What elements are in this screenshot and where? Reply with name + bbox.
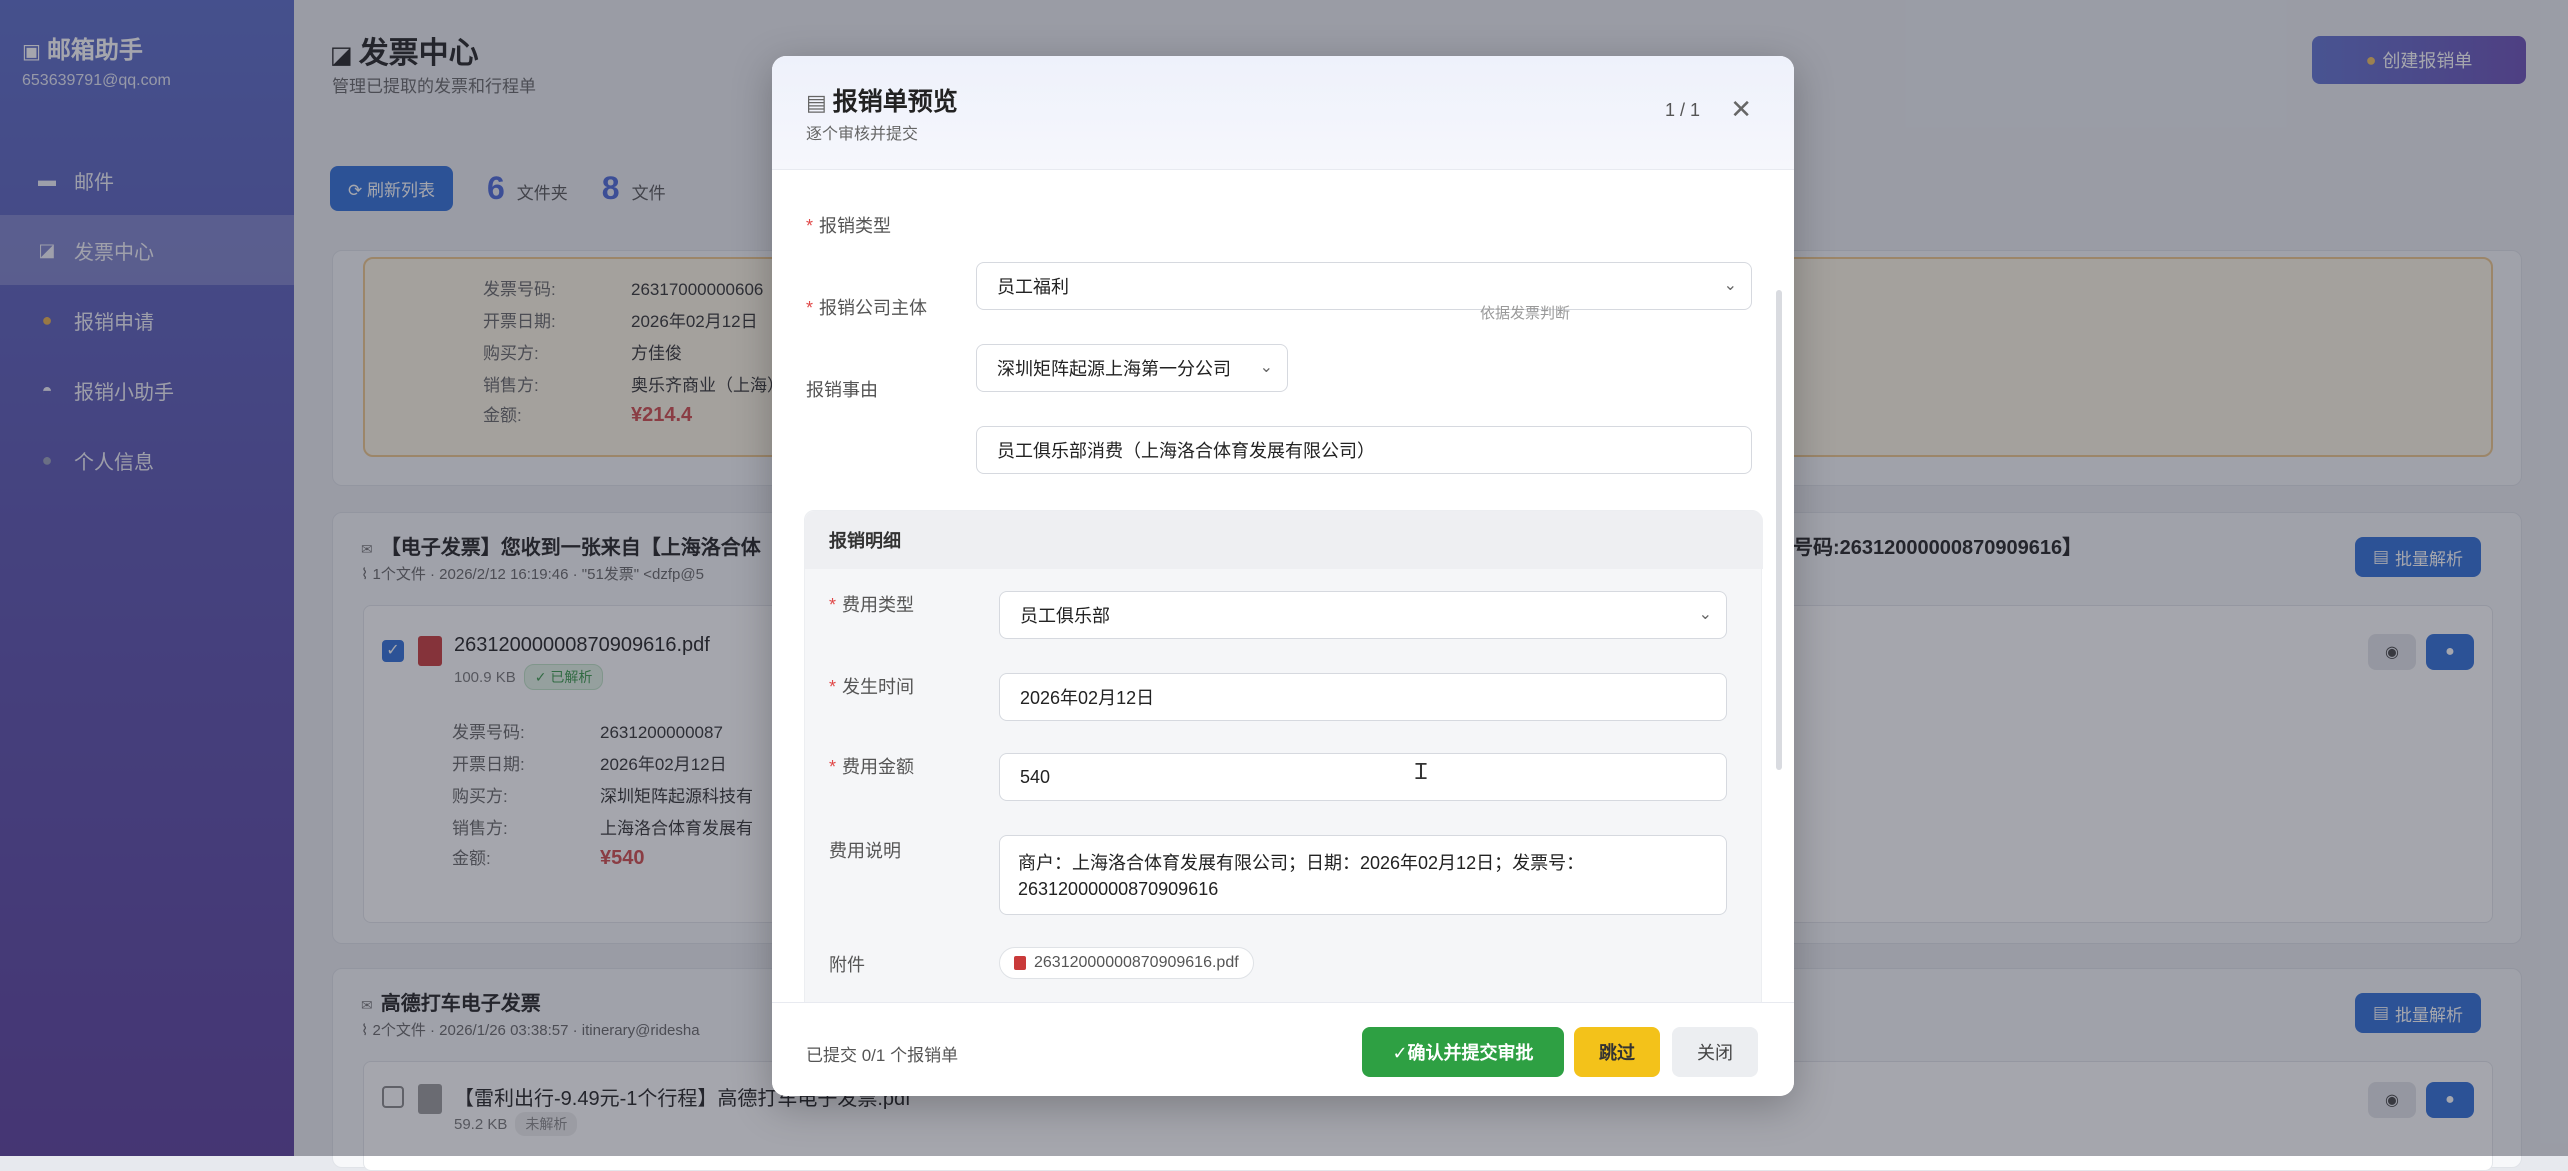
date-row: * 发生时间: [829, 677, 915, 697]
document-icon: ▤: [806, 90, 827, 115]
company-hint: 依据发票判断: [1480, 305, 1571, 322]
detail-panel: 报销明细 * 费用类型 员工俱乐部 ⌄ * 发生时间 2026年02月12日 * 费用…: [804, 510, 1763, 1002]
detail-header: 报销明细: [805, 511, 1763, 569]
modal-subtitle: 逐个审核并提交: [806, 126, 919, 143]
cost-type-select[interactable]: 员工俱乐部 ⌄: [999, 591, 1727, 639]
modal-footer: 已提交 0/1 个报销单 ✓确认并提交审批 跳过 关闭: [772, 1002, 1794, 1096]
desc-row: 费用说明: [829, 841, 901, 861]
type-select[interactable]: 员工福利 ⌄: [976, 262, 1752, 310]
amount-input[interactable]: 540: [999, 753, 1727, 801]
pdf-icon: [1014, 956, 1026, 970]
attachment-chip[interactable]: 26312000000870909616.pdf: [999, 947, 1254, 979]
amount-row: * 费用金额: [829, 757, 915, 777]
scrollbar[interactable]: [1776, 290, 1782, 770]
text-cursor-icon: Ｉ: [1410, 759, 1433, 784]
date-input[interactable]: 2026年02月12日: [999, 673, 1727, 721]
description-textarea[interactable]: 商户：上海洛合体育发展有限公司；日期：2026年02月12日；发票号：26312…: [999, 835, 1727, 915]
submit-progress: 已提交 0/1 个报销单: [806, 1046, 959, 1065]
company-row: * 报销公司主体: [806, 298, 928, 318]
reason-input[interactable]: 员工俱乐部消费（上海洛合体育发展有限公司）: [976, 426, 1752, 474]
chevron-down-icon: ⌄: [1723, 277, 1737, 294]
close-button[interactable]: 关闭: [1672, 1027, 1758, 1077]
company-select[interactable]: 深圳矩阵起源上海第一分公司 ⌄: [976, 344, 1288, 392]
reimbursement-preview-modal: ▤ 报销单预览 逐个审核并提交 1 / 1 ✕ * 报销类型 员工福利 ⌄ * 报销公…: [772, 56, 1794, 1096]
type-row: * 报销类型: [806, 216, 892, 236]
modal-header: ▤ 报销单预览 逐个审核并提交 1 / 1 ✕: [772, 56, 1794, 170]
attachment-row: 附件: [829, 955, 865, 975]
modal-body[interactable]: * 报销类型 员工福利 ⌄ * 报销公司主体 深圳矩阵起源上海第一分公司 ⌄ 依据发…: [772, 170, 1794, 1002]
pager: 1 / 1: [1664, 100, 1700, 120]
reason-row: 报销事由: [806, 380, 878, 400]
close-icon[interactable]: ✕: [1730, 94, 1752, 125]
cost-type-row: * 费用类型: [829, 595, 915, 615]
skip-button[interactable]: 跳过: [1574, 1027, 1660, 1077]
chevron-down-icon: ⌄: [1698, 606, 1712, 623]
confirm-submit-button[interactable]: ✓确认并提交审批: [1362, 1027, 1564, 1077]
modal-title: ▤ 报销单预览: [806, 88, 958, 116]
chevron-down-icon: ⌄: [1259, 359, 1273, 376]
